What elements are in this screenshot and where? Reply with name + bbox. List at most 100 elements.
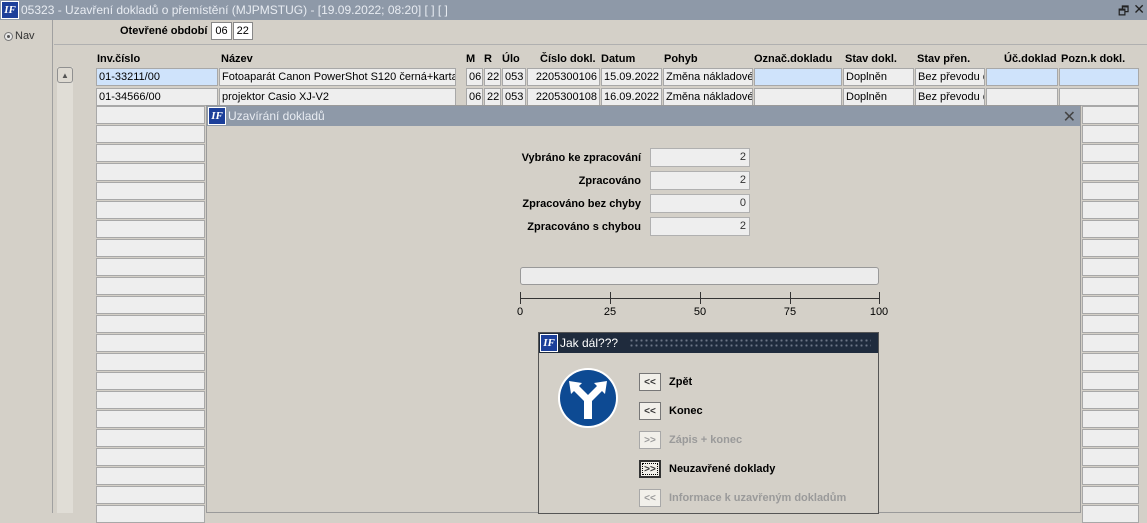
close-icon[interactable]: ✕ xyxy=(1133,2,1145,23)
progress-scale: 0 25 50 75 100 xyxy=(517,292,888,318)
col-r[interactable]: R xyxy=(484,53,492,65)
cell-r[interactable]: 22 xyxy=(484,68,501,86)
empty-cell[interactable] xyxy=(1082,505,1139,523)
empty-cell[interactable] xyxy=(1082,182,1139,200)
col-inv-cislo[interactable]: Inv.číslo xyxy=(97,53,140,65)
cell-ulo[interactable]: 053 xyxy=(502,68,526,86)
empty-cell[interactable] xyxy=(96,258,205,276)
scroll-up-icon[interactable]: ▲ xyxy=(57,67,73,83)
empty-cell[interactable] xyxy=(1082,239,1139,257)
empty-cell[interactable] xyxy=(1082,258,1139,276)
cell-m[interactable]: 06 xyxy=(466,68,483,86)
cell-datum[interactable]: 15.09.2022 xyxy=(601,68,662,86)
empty-cell[interactable] xyxy=(96,448,205,466)
col-nazev[interactable]: Název xyxy=(221,53,253,65)
col-oznac-dokladu[interactable]: Označ.dokladu xyxy=(754,53,832,65)
cell-stav-pren[interactable]: Bez převodu d xyxy=(915,88,985,106)
empty-cell[interactable] xyxy=(96,182,205,200)
cell-nazev[interactable]: projektor Casio XJ-V2 xyxy=(219,88,456,106)
empty-cell[interactable] xyxy=(96,296,205,314)
empty-cell[interactable] xyxy=(1082,391,1139,409)
empty-cell[interactable] xyxy=(96,106,205,124)
empty-cell[interactable] xyxy=(96,125,205,143)
cell-cislo-dokl[interactable]: 2205300108 xyxy=(527,88,600,106)
vertical-scrollbar[interactable] xyxy=(57,67,73,513)
cell-cislo-dokl[interactable]: 2205300106 xyxy=(527,68,600,86)
cell-inv-cislo[interactable]: 01-33211/00 xyxy=(96,68,218,86)
cell-uc-doklad[interactable] xyxy=(986,68,1058,86)
empty-cell[interactable] xyxy=(96,505,205,523)
cell-m[interactable]: 06 xyxy=(466,88,483,106)
col-pozn-k-dokl[interactable]: Pozn.k dokl. xyxy=(1061,53,1125,65)
empty-cell[interactable] xyxy=(96,353,205,371)
empty-cell[interactable] xyxy=(96,486,205,504)
divider xyxy=(54,44,1147,45)
empty-cell[interactable] xyxy=(96,467,205,485)
empty-cell[interactable] xyxy=(1082,486,1139,504)
col-uc-doklad[interactable]: Úč.doklad xyxy=(1004,53,1057,65)
cell-datum[interactable]: 16.09.2022 xyxy=(601,88,662,106)
empty-cell[interactable] xyxy=(1082,163,1139,181)
empty-cell[interactable] xyxy=(1082,429,1139,447)
cell-nazev[interactable]: Fotoaparát Canon PowerShot S120 černá+ka… xyxy=(219,68,456,86)
cell-inv-cislo[interactable]: 01-34566/00 xyxy=(96,88,218,106)
cell-oznac-dokladu[interactable] xyxy=(754,88,842,106)
empty-cell[interactable] xyxy=(96,201,205,219)
empty-cell[interactable] xyxy=(96,334,205,352)
col-m[interactable]: M xyxy=(466,53,475,65)
action-back[interactable]: << Zpět xyxy=(639,373,692,391)
period-month-field[interactable]: 06 xyxy=(211,22,232,40)
empty-cell[interactable] xyxy=(96,277,205,295)
empty-cell[interactable] xyxy=(1082,106,1139,124)
col-cislo-dokl[interactable]: Číslo dokl. xyxy=(540,53,596,65)
restore-icon[interactable]: 🗗 xyxy=(1118,2,1129,23)
back-button[interactable]: << xyxy=(639,373,661,391)
close-icon[interactable]: ✕ xyxy=(1063,107,1076,127)
cell-r[interactable]: 22 xyxy=(484,88,501,106)
empty-cell[interactable] xyxy=(96,163,205,181)
unclosed-docs-button[interactable]: >> xyxy=(639,460,661,478)
empty-cell[interactable] xyxy=(1082,144,1139,162)
col-ulo[interactable]: Úlo xyxy=(502,53,520,65)
app-logo: IF xyxy=(540,334,558,352)
col-stav-pren[interactable]: Stav přen. xyxy=(917,53,970,65)
empty-cell[interactable] xyxy=(1082,315,1139,333)
cell-pozn-k-dokl[interactable] xyxy=(1059,88,1139,106)
cell-uc-doklad[interactable] xyxy=(986,88,1058,106)
empty-cell[interactable] xyxy=(96,391,205,409)
cell-pozn-k-dokl[interactable] xyxy=(1059,68,1139,86)
empty-cell[interactable] xyxy=(1082,125,1139,143)
end-button[interactable]: << xyxy=(639,402,661,420)
cell-ulo[interactable]: 053 xyxy=(502,88,526,106)
empty-cell[interactable] xyxy=(1082,277,1139,295)
empty-cell[interactable] xyxy=(1082,220,1139,238)
cell-stav-dokl[interactable]: Doplněn xyxy=(843,88,914,106)
col-stav-dokl[interactable]: Stav dokl. xyxy=(845,53,897,65)
action-unclosed-docs[interactable]: >> Neuzavřené doklady xyxy=(639,460,775,478)
empty-cell[interactable] xyxy=(1082,296,1139,314)
empty-cell[interactable] xyxy=(96,144,205,162)
empty-cell[interactable] xyxy=(1082,410,1139,428)
empty-cell[interactable] xyxy=(1082,334,1139,352)
nav-toggle[interactable]: Nav xyxy=(4,30,35,42)
empty-cell[interactable] xyxy=(96,429,205,447)
cell-pohyb[interactable]: Změna nákladové xyxy=(663,88,753,106)
cell-stav-pren[interactable]: Bez převodu d xyxy=(915,68,985,86)
empty-cell[interactable] xyxy=(1082,353,1139,371)
empty-cell[interactable] xyxy=(96,410,205,428)
col-pohyb[interactable]: Pohyb xyxy=(664,53,698,65)
empty-cell[interactable] xyxy=(96,239,205,257)
cell-oznac-dokladu[interactable] xyxy=(754,68,842,86)
cell-stav-dokl[interactable]: Doplněn xyxy=(843,68,914,86)
empty-cell[interactable] xyxy=(1082,448,1139,466)
empty-cell[interactable] xyxy=(1082,467,1139,485)
empty-cell[interactable] xyxy=(1082,372,1139,390)
empty-cell[interactable] xyxy=(96,220,205,238)
period-year-field[interactable]: 22 xyxy=(232,22,253,40)
empty-cell[interactable] xyxy=(96,315,205,333)
cell-pohyb[interactable]: Změna nákladové xyxy=(663,68,753,86)
action-end[interactable]: << Konec xyxy=(639,402,703,420)
empty-cell[interactable] xyxy=(1082,201,1139,219)
empty-cell[interactable] xyxy=(96,372,205,390)
col-datum[interactable]: Datum xyxy=(601,53,635,65)
